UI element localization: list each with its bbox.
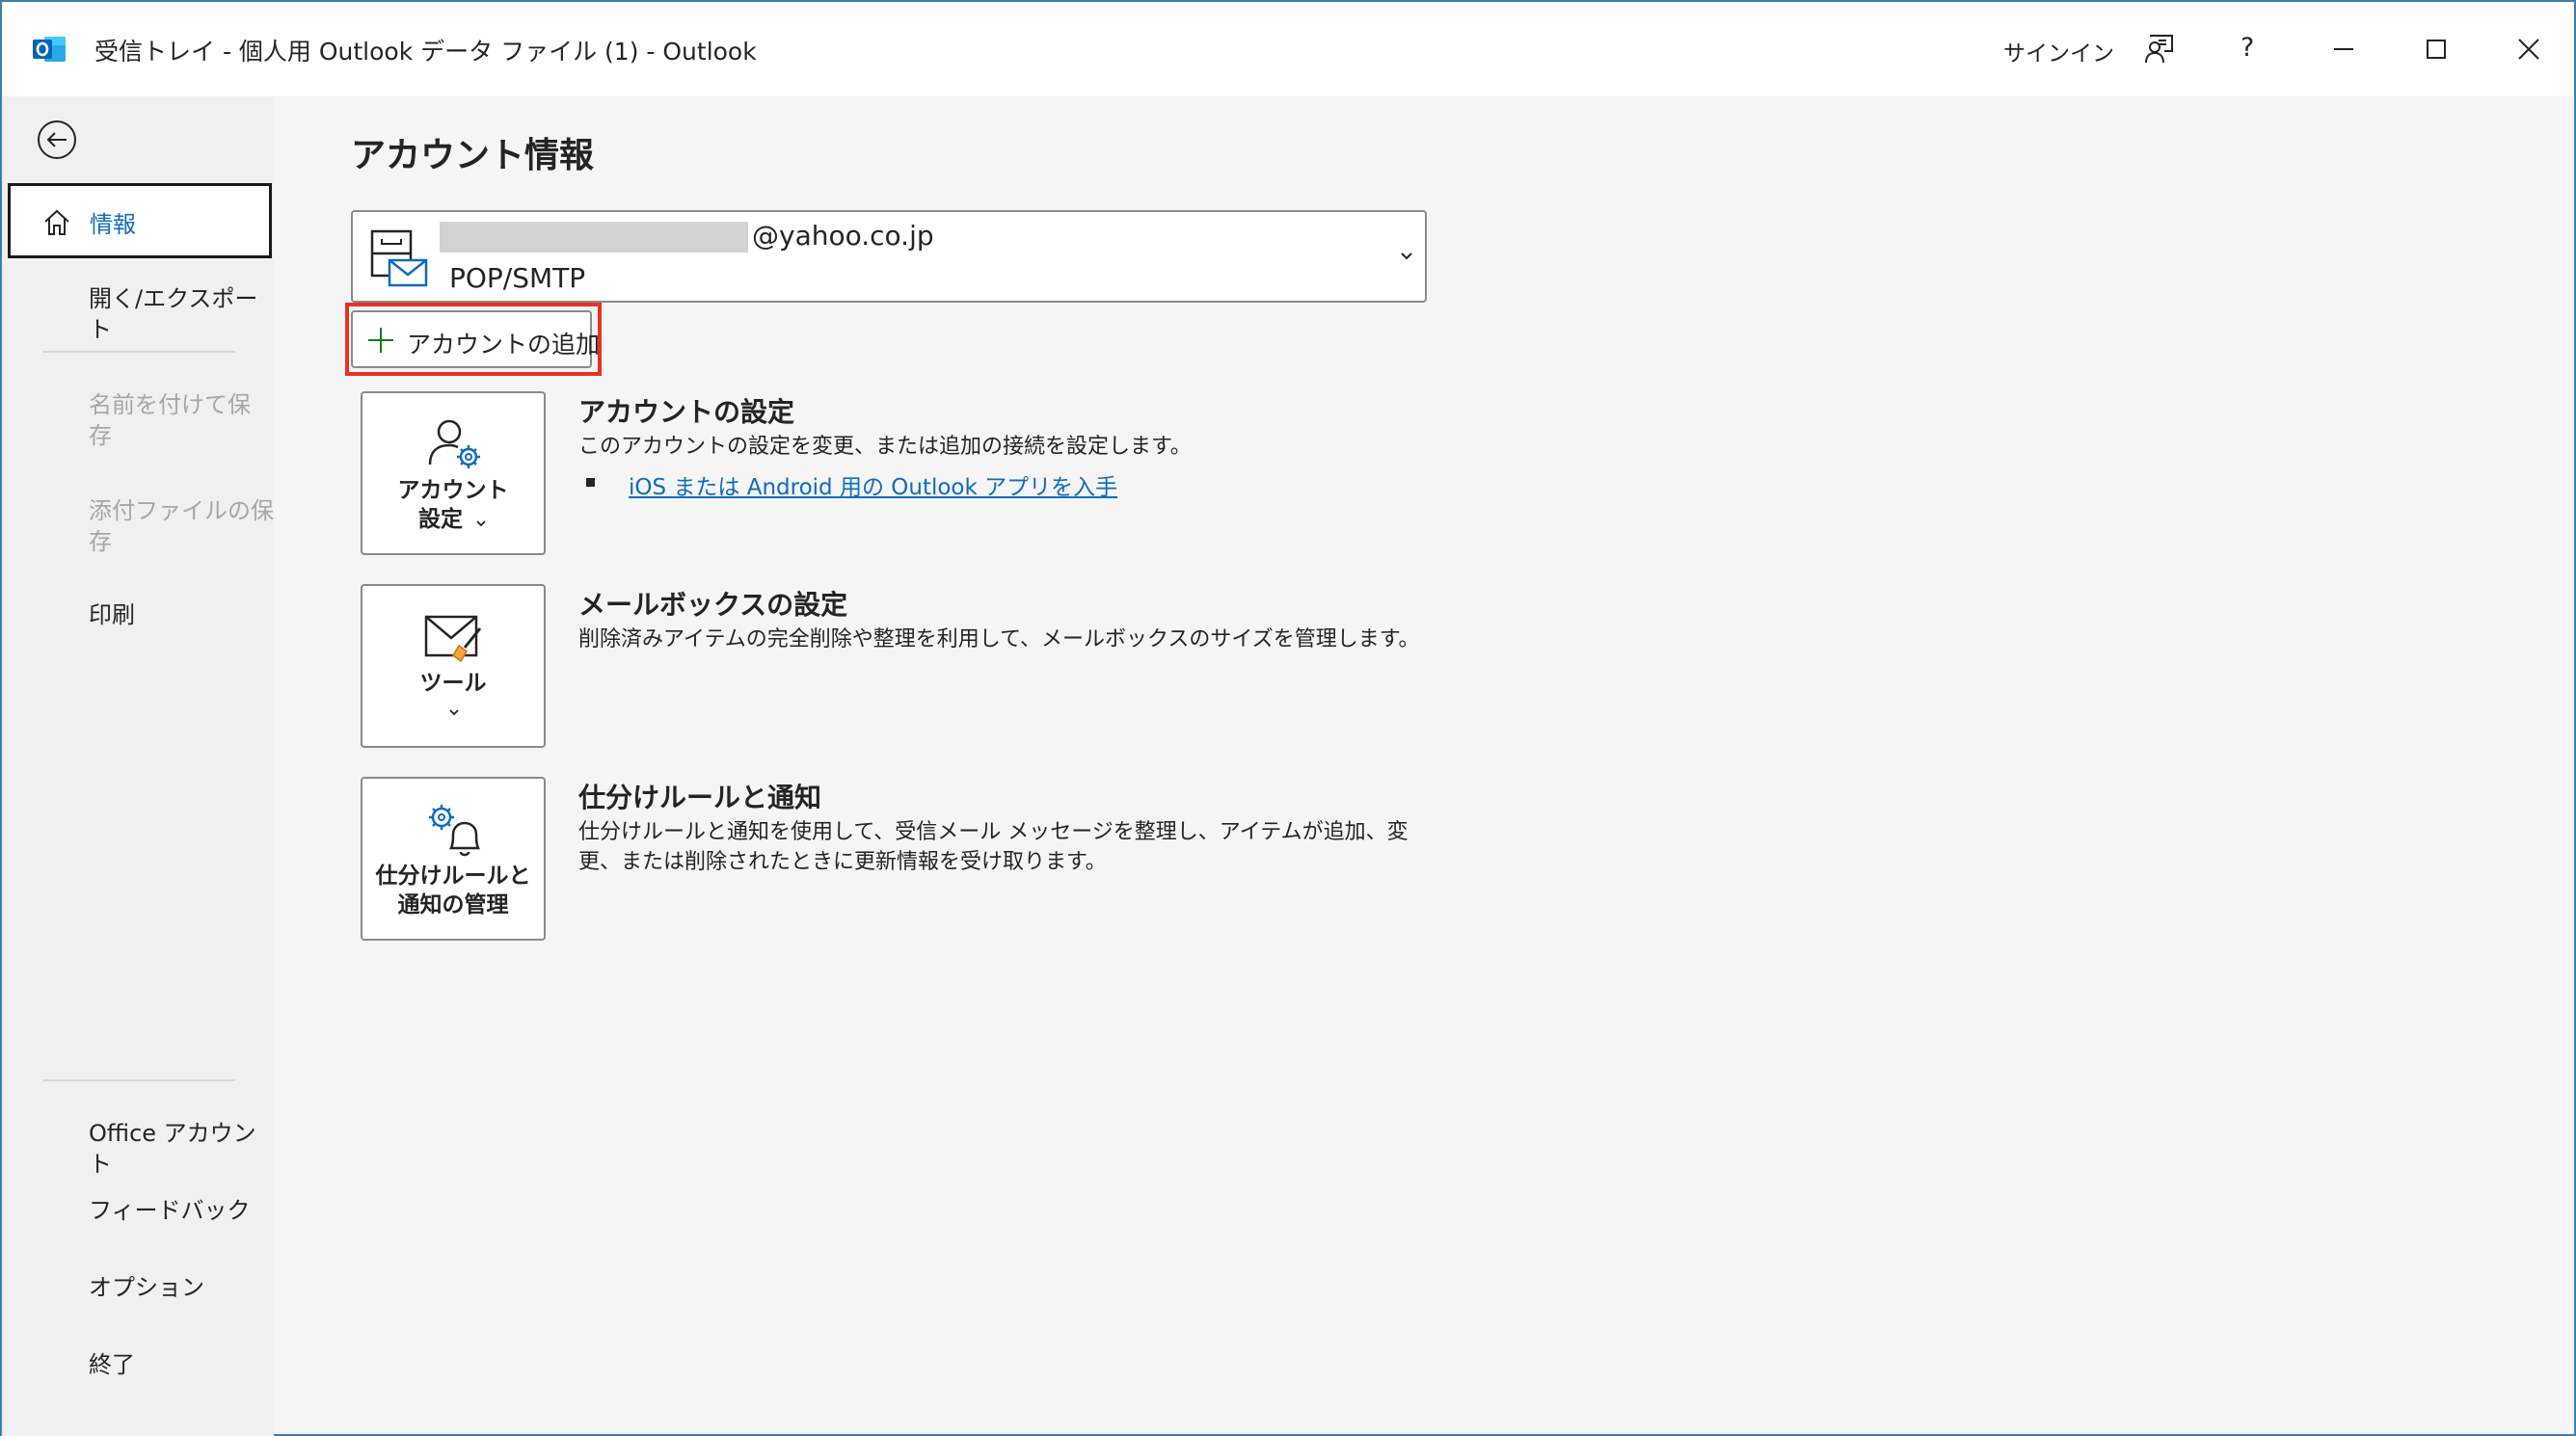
account-selector-dropdown[interactable]: @yahoo.co.jp POP/SMTP bbox=[351, 210, 1427, 303]
nav-item-exit[interactable]: 終了 bbox=[89, 1349, 135, 1380]
nav-divider bbox=[42, 1079, 235, 1081]
account-settings-title: アカウントの設定 bbox=[578, 396, 795, 428]
window-title: 受信トレイ - 個人用 Outlook データ ファイル (1) - Outlo… bbox=[94, 38, 757, 66]
rules-alerts-icon bbox=[429, 805, 481, 857]
tools-tile[interactable]: ツール bbox=[361, 584, 546, 748]
get-outlook-mobile-link[interactable]: iOS または Android 用の Outlook アプリを入手 bbox=[629, 468, 1117, 501]
nav-item-feedback[interactable]: フィードバック bbox=[89, 1195, 251, 1226]
account-settings-icon bbox=[428, 419, 480, 468]
account-settings-tile-label-2: 設定 bbox=[418, 507, 463, 532]
nav-item-info-label: 情報 bbox=[90, 211, 136, 238]
redacted-username bbox=[440, 222, 748, 253]
nav-item-office-account[interactable]: Office アカウント bbox=[89, 1118, 274, 1180]
minimize-icon[interactable] bbox=[2321, 27, 2366, 71]
account-settings-description: このアカウントの設定を変更、または追加の接続を設定します。 bbox=[578, 435, 1192, 459]
add-account-button[interactable]: アカウントの追加 bbox=[351, 310, 600, 368]
account-settings-tile-label: アカウント bbox=[397, 478, 509, 503]
rules-alerts-tile[interactable]: 仕分けルールと 通知の管理 bbox=[361, 777, 546, 941]
account-settings-tile[interactable]: アカウント 設定 bbox=[361, 391, 546, 555]
close-icon[interactable] bbox=[2507, 27, 2551, 71]
plus-icon bbox=[368, 328, 393, 353]
chevron-down-icon bbox=[476, 520, 486, 527]
help-button[interactable]: ? bbox=[2241, 33, 2254, 63]
nav-item-info[interactable]: 情報 bbox=[8, 183, 272, 258]
page-title: アカウント情報 bbox=[351, 136, 595, 175]
rules-alerts-title: 仕分けルールと通知 bbox=[578, 782, 822, 813]
outlook-app-icon bbox=[33, 37, 66, 62]
nav-item-save-attachments: 添付ファイルの保 存 bbox=[89, 497, 274, 555]
chevron-down-icon bbox=[449, 709, 459, 716]
backstage-nav: 情報 開く/エクスポート 名前を付けて保 存 添付ファイルの保 存 印刷 Off… bbox=[2, 96, 274, 1436]
nav-item-options[interactable]: オプション bbox=[89, 1272, 204, 1303]
back-arrow-icon[interactable] bbox=[37, 120, 77, 160]
mailbox-settings-title: メールボックスの設定 bbox=[578, 589, 848, 621]
tools-tile-label: ツール bbox=[419, 671, 487, 696]
account-type: POP/SMTP bbox=[449, 262, 586, 294]
nav-item-save-as: 名前を付けて保 存 bbox=[89, 391, 251, 449]
mailbox-settings-description: 削除済みアイテムの完全削除や整理を利用して、メールボックスのサイズを管理します。 bbox=[578, 627, 1420, 652]
mailbox-tools-icon bbox=[424, 615, 482, 663]
nav-divider bbox=[42, 351, 235, 353]
rules-alerts-description: 仕分けルールと通知を使用して、受信メール メッセージを整理し、アイテムが追加、変… bbox=[578, 820, 1409, 874]
maximize-icon[interactable] bbox=[2414, 27, 2458, 71]
rules-alerts-tile-label-2: 通知の管理 bbox=[397, 892, 509, 917]
rules-alerts-tile-label: 仕分けルールと bbox=[375, 864, 531, 889]
account-email: @yahoo.co.jp bbox=[752, 220, 934, 252]
feedback-coach-icon[interactable] bbox=[2136, 27, 2181, 71]
bullet bbox=[586, 478, 595, 487]
nav-item-open-export[interactable]: 開く/エクスポート bbox=[89, 283, 274, 345]
outlook-window: 受信トレイ - 個人用 Outlook データ ファイル (1) - Outlo… bbox=[0, 0, 2576, 1436]
title-bar: 受信トレイ - 個人用 Outlook データ ファイル (1) - Outlo… bbox=[2, 2, 2574, 96]
chevron-down-icon bbox=[1401, 253, 1412, 260]
home-icon bbox=[44, 209, 69, 235]
nav-item-print[interactable]: 印刷 bbox=[89, 599, 135, 630]
account-mailbox-icon bbox=[370, 229, 428, 287]
add-account-label: アカウントの追加 bbox=[407, 331, 601, 359]
sign-in-button[interactable]: サインイン bbox=[2003, 35, 2114, 67]
